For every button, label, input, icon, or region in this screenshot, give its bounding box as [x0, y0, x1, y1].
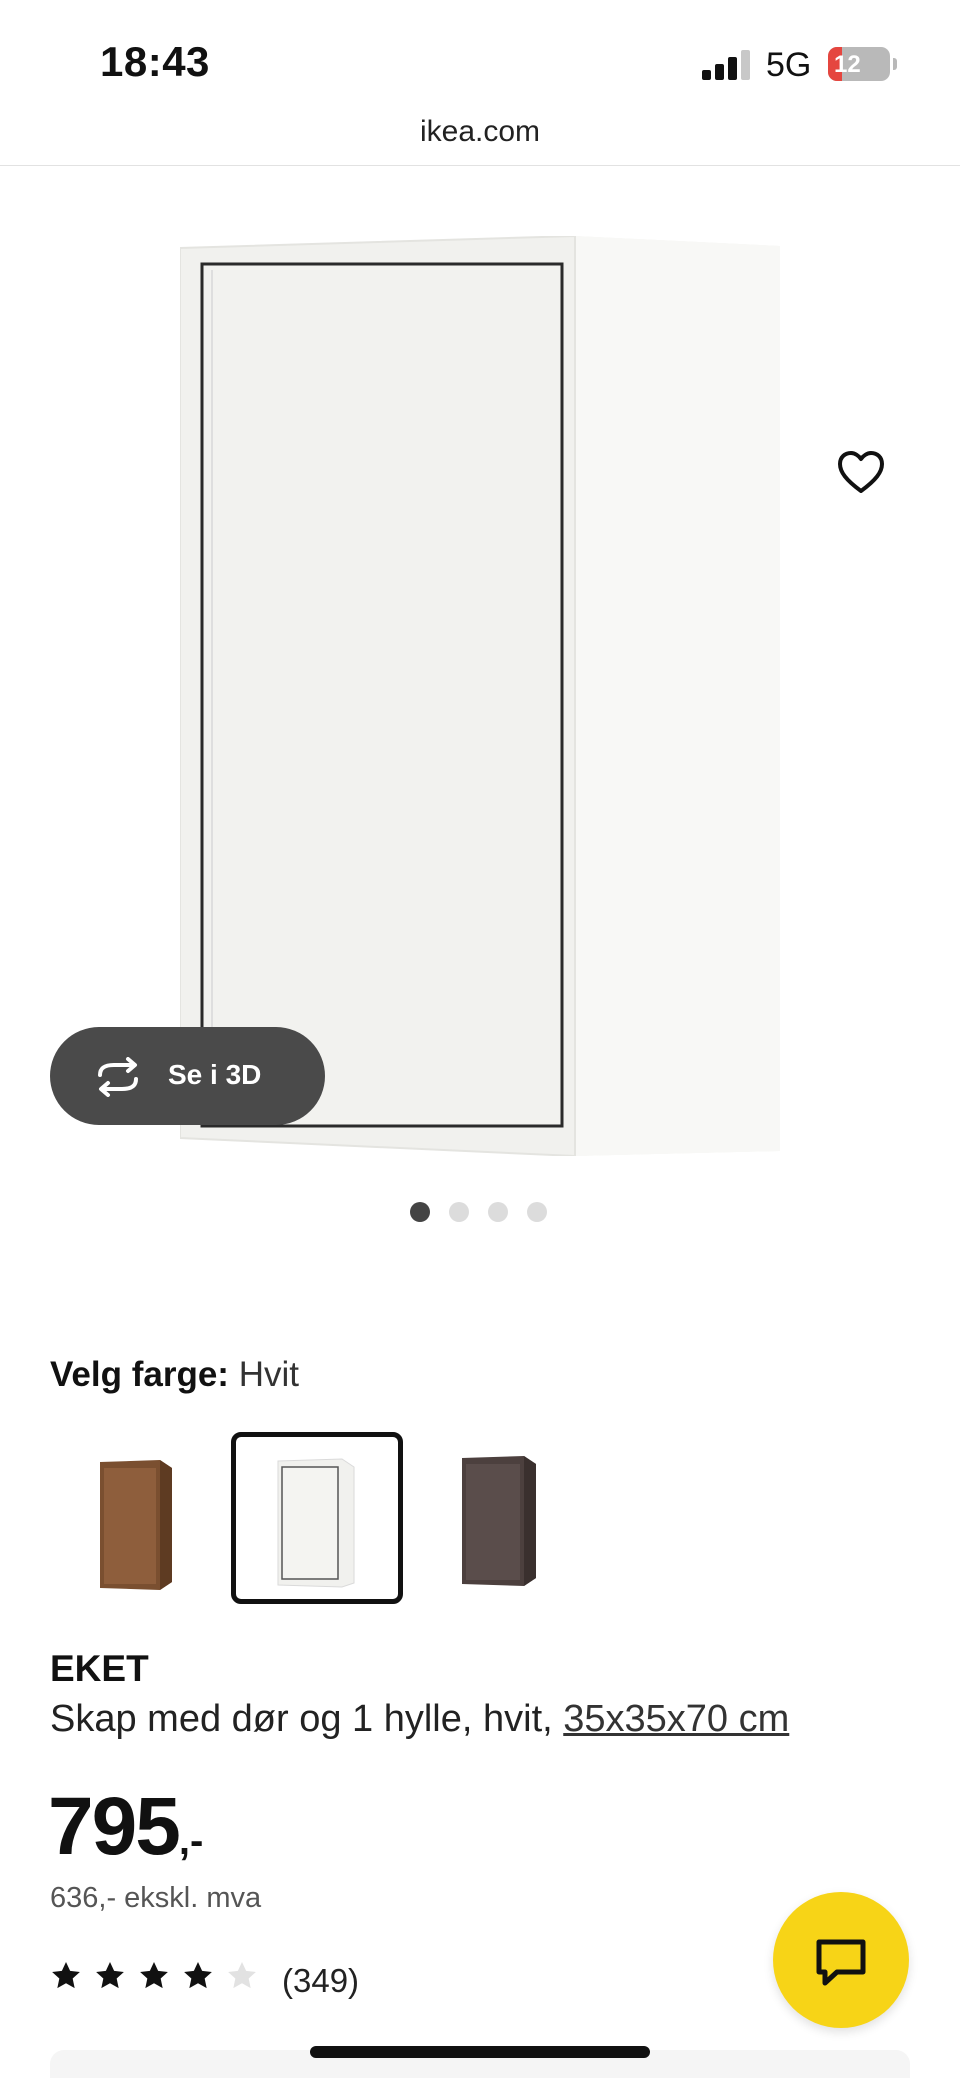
signal-icon: [702, 50, 750, 80]
url-text: ikea.com: [419, 115, 541, 148]
view-in-3d-label: Se i 3D: [168, 1059, 262, 1090]
price-integer: 795: [48, 1781, 181, 1872]
heart-icon[interactable]: [836, 448, 886, 498]
product-description: Skap med dør og 1 hylle, hvit, 35x35x70 …: [50, 1698, 789, 1741]
address-bar[interactable]: ikea.com: [0, 110, 960, 166]
product-gallery[interactable]: Se i 3D: [0, 166, 960, 1256]
star-icon: [140, 1962, 168, 1989]
color-option-walnut[interactable]: [50, 1432, 222, 1604]
star-icon: [52, 1962, 80, 1989]
gallery-dot-3[interactable]: [488, 1202, 508, 1222]
price: 795,-: [48, 1780, 203, 1874]
star-empty-icon: [228, 1962, 256, 1989]
gallery-dot-2[interactable]: [449, 1202, 469, 1222]
color-option-dark-grey[interactable]: [412, 1432, 584, 1604]
chat-icon: [816, 1939, 866, 1986]
gallery-dot-1[interactable]: [410, 1202, 430, 1222]
product-name: EKET: [50, 1648, 149, 1689]
network-type: 5G: [766, 46, 812, 84]
rotate-3d-icon: [98, 1057, 138, 1097]
product-size-link[interactable]: 35x35x70 cm: [563, 1698, 789, 1740]
battery-level: 12: [834, 51, 861, 78]
product-image: [180, 236, 780, 1156]
color-picker-label: Velg farge:: [50, 1355, 229, 1394]
battery-icon: 12: [828, 47, 897, 81]
price-excluding-vat: 636,- ekskl. mva: [50, 1882, 262, 1914]
color-option-white[interactable]: [231, 1432, 403, 1604]
view-in-3d-button[interactable]: Se i 3D: [50, 1027, 325, 1125]
gallery-dot-4[interactable]: [527, 1202, 547, 1222]
product-description-text: Skap med dør og 1 hylle, hvit,: [50, 1698, 553, 1740]
clock: 18:43: [100, 38, 210, 85]
color-picker-heading: Velg farge: Hvit: [50, 1355, 299, 1395]
star-icon: [96, 1962, 124, 1989]
chat-button[interactable]: [773, 1892, 909, 2028]
price-suffix: ,-: [178, 1819, 204, 1863]
home-indicator[interactable]: [310, 2046, 650, 2058]
status-bar: 18:43 5G 12: [0, 0, 960, 110]
star-icon: [184, 1962, 212, 1989]
review-count: (349): [282, 1962, 360, 1999]
selected-color: Hvit: [238, 1355, 299, 1394]
